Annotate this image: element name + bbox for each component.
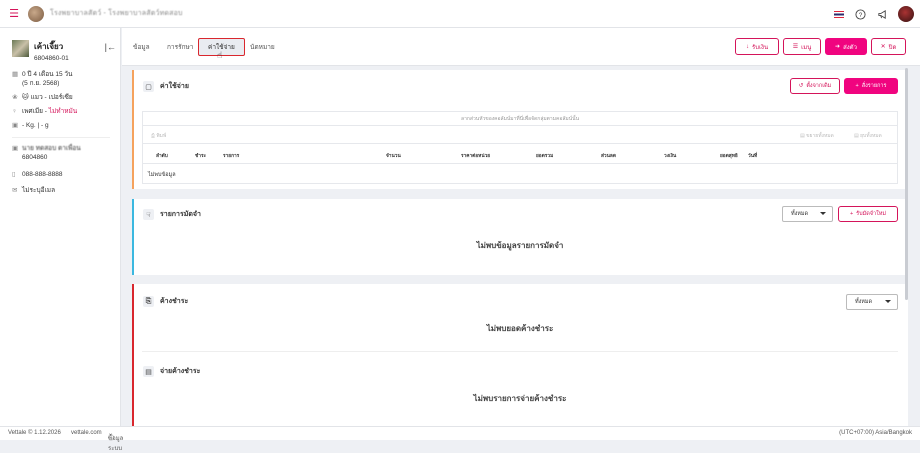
- pet-species: 🐱 แมว - เปอร์เซีย: [22, 94, 73, 101]
- timezone-text: (UTC+07:00) Asia/Bangkok: [839, 430, 912, 436]
- group-drop-zone[interactable]: ลากส่วนหัวของคอลัมน์มาที่นี่เพื่อจัดกลุ่…: [143, 112, 897, 126]
- owner-id: 6804860: [22, 154, 48, 161]
- weight-icon: ▣: [12, 122, 19, 129]
- deposits-empty-text: ไม่พบข้อมูลรายการมัดจำ: [476, 241, 564, 250]
- footer: Vettale © 1.12.2026 vettale.com ⓘ ข้อมูล…: [0, 426, 920, 452]
- col-discount[interactable]: ส่วนลด: [601, 152, 616, 160]
- add-order-button[interactable]: + สั่งรายการ: [844, 78, 898, 94]
- receive-payment-button[interactable]: ↓ รับเงิน: [735, 38, 779, 55]
- print-button[interactable]: ⎙ พิมพ์: [151, 132, 166, 140]
- outstanding-panel: ⎘ ค้างชำระ ทั้งหมด ไม่พบยอดค้างชำระ ▤ จ่…: [132, 284, 908, 426]
- paw-icon: ❀: [12, 94, 18, 101]
- site-link[interactable]: vettale.com: [71, 430, 102, 436]
- id-card-icon: ▣: [12, 145, 19, 152]
- pet-id: 6804860-01: [34, 55, 69, 62]
- expenses-title: ค่าใช้จ่าย: [160, 83, 189, 90]
- expenses-table: ลากส่วนหัวของคอลัมน์มาที่นี่เพื่อจัดกลุ่…: [142, 111, 898, 184]
- hamburger-menu-icon[interactable]: ☰: [4, 0, 24, 28]
- owner-phone[interactable]: 088-888-8888: [22, 170, 62, 179]
- expenses-accent-bar: [132, 70, 134, 189]
- mail-icon: ✉: [12, 187, 18, 194]
- top-bar: ☰ โรงพยาบาลสัตว์ - โรงพยาบาลสัตว์ทดสอบ ?: [0, 0, 920, 28]
- section-divider: [142, 351, 898, 352]
- outstanding-payments-title: จ่ายค้างชำระ: [160, 368, 201, 375]
- outstanding-empty-text: ไม่พบยอดค้างชำระ: [486, 324, 554, 333]
- col-paid[interactable]: ชำระ: [195, 152, 206, 160]
- chevron-down-icon: [885, 300, 891, 303]
- col-date[interactable]: วันที่: [748, 152, 757, 160]
- chevron-down-icon: [820, 212, 826, 215]
- pet-weight: - Kg. | - g: [22, 122, 49, 129]
- page-scrollbar[interactable]: [905, 68, 908, 300]
- outstanding-title: ค้างชำระ: [160, 298, 189, 305]
- pet-photo: [12, 40, 29, 57]
- tab-bar: ข้อมูล การรักษา ค่าใช้จ่าย นัดหมาย ☝ ↓ รั…: [122, 28, 920, 66]
- pet-sex: เพศเมีย - ไม่ทำหมัน: [22, 108, 78, 115]
- outstanding-filter-select[interactable]: ทั้งหมด: [846, 294, 898, 310]
- menu-button[interactable]: ☰ เมนู: [783, 38, 821, 55]
- deposits-filter-select[interactable]: ทั้งหมด: [782, 206, 833, 222]
- svg-text:?: ?: [858, 11, 862, 18]
- owner-email: ไม่ระบุอีเมล: [22, 187, 56, 194]
- col-unit-price[interactable]: ราคาต่อหน่วย: [461, 152, 490, 160]
- send-icon: ➜: [835, 44, 841, 50]
- phone-icon: ▯: [12, 171, 16, 178]
- credit-card-icon: ▤: [143, 366, 154, 377]
- clipboard-icon: ⎘: [143, 296, 154, 307]
- collapse-all-button[interactable]: ▤ ยุบทั้งหมด: [854, 132, 882, 140]
- col-item[interactable]: รายการ: [223, 152, 239, 160]
- table-header-divider: [143, 163, 897, 164]
- tab-appointments[interactable]: นัดหมาย: [250, 38, 275, 56]
- main-content: ข้อมูล การรักษา ค่าใช้จ่าย นัดหมาย ☝ ↓ รั…: [122, 28, 920, 426]
- calendar-icon: ▦: [12, 71, 19, 78]
- close-icon: ✕: [880, 44, 886, 50]
- history-icon: ↺: [798, 83, 804, 89]
- pet-birthdate: (5 ก.ย. 2568): [22, 80, 60, 87]
- tab-treatment[interactable]: การรักษา: [167, 38, 193, 56]
- thai-flag-icon[interactable]: [834, 10, 844, 18]
- outstanding-payments-empty-text: ไม่พบรายการจ่ายค้างชำระ: [473, 394, 567, 403]
- col-limit[interactable]: วงเงิน: [664, 152, 676, 160]
- send-button[interactable]: ➜ ส่งตัว: [825, 38, 867, 55]
- mouse-cursor-icon: ☝: [217, 50, 223, 60]
- menu-icon: ☰: [792, 44, 799, 50]
- hand-coin-icon: ☟: [143, 209, 154, 220]
- clinic-name: โรงพยาบาลสัตว์ - โรงพยาบาลสัตว์ทดสอบ: [50, 10, 183, 17]
- arrow-down-icon: ↓: [745, 43, 749, 50]
- expenses-panel: ▢ ค่าใช้จ่าย ↺ ตั้งจากเดิม + สั่งรายการ ลา…: [132, 70, 908, 189]
- gender-icon: ♀: [12, 108, 17, 115]
- plus-icon: +: [855, 83, 859, 89]
- plus-icon: +: [849, 211, 854, 217]
- tab-info[interactable]: ข้อมูล: [133, 38, 150, 56]
- collapse-sidebar-icon[interactable]: |←: [105, 42, 116, 52]
- clinic-logo: [28, 5, 44, 22]
- deposits-accent-bar: [132, 199, 134, 275]
- deposits-title: รายการมัดจำ: [160, 211, 201, 218]
- pet-sidebar: เค้าเจี๊ยว 6804860-01 |← ▦ 0 ปี 4 เดือน …: [0, 28, 121, 426]
- copyright-text: Vettale © 1.12.2026: [8, 430, 61, 436]
- col-order[interactable]: ลำดับ: [156, 152, 168, 160]
- new-deposit-button[interactable]: + รับมัดจำใหม่: [838, 206, 898, 222]
- user-avatar[interactable]: [898, 6, 914, 22]
- pet-age: 0 ปี 4 เดือน 15 วัน: [22, 71, 73, 78]
- pet-name: เค้าเจี๊ยว: [34, 42, 64, 51]
- camera-icon: ▢: [143, 81, 154, 92]
- col-total[interactable]: ยอดรวม: [536, 152, 553, 160]
- table-divider: [143, 143, 897, 144]
- history-button[interactable]: ↺ ตั้งจากเดิม: [790, 78, 840, 94]
- expand-all-button[interactable]: ▤ ขยายทั้งหมด: [800, 132, 834, 140]
- help-icon[interactable]: ?: [854, 8, 866, 20]
- col-net[interactable]: ยอดสุทธิ: [720, 152, 738, 160]
- megaphone-icon[interactable]: [876, 8, 888, 20]
- deposits-panel: ☟ รายการมัดจำ ทั้งหมด + รับมัดจำใหม่ ไม่พ…: [132, 199, 908, 275]
- system-info-link[interactable]: ⓘ ข้อมูลระบบ ⌄: [108, 430, 123, 452]
- close-button[interactable]: ✕ ปิด: [871, 38, 906, 55]
- owner-name: นาย ทดสอบ ตาเพื่อน: [22, 145, 81, 152]
- col-quantity[interactable]: จำนวน: [386, 152, 401, 160]
- no-data-text: ไม่พบข้อมูล: [148, 172, 176, 178]
- sidebar-divider: [12, 137, 110, 138]
